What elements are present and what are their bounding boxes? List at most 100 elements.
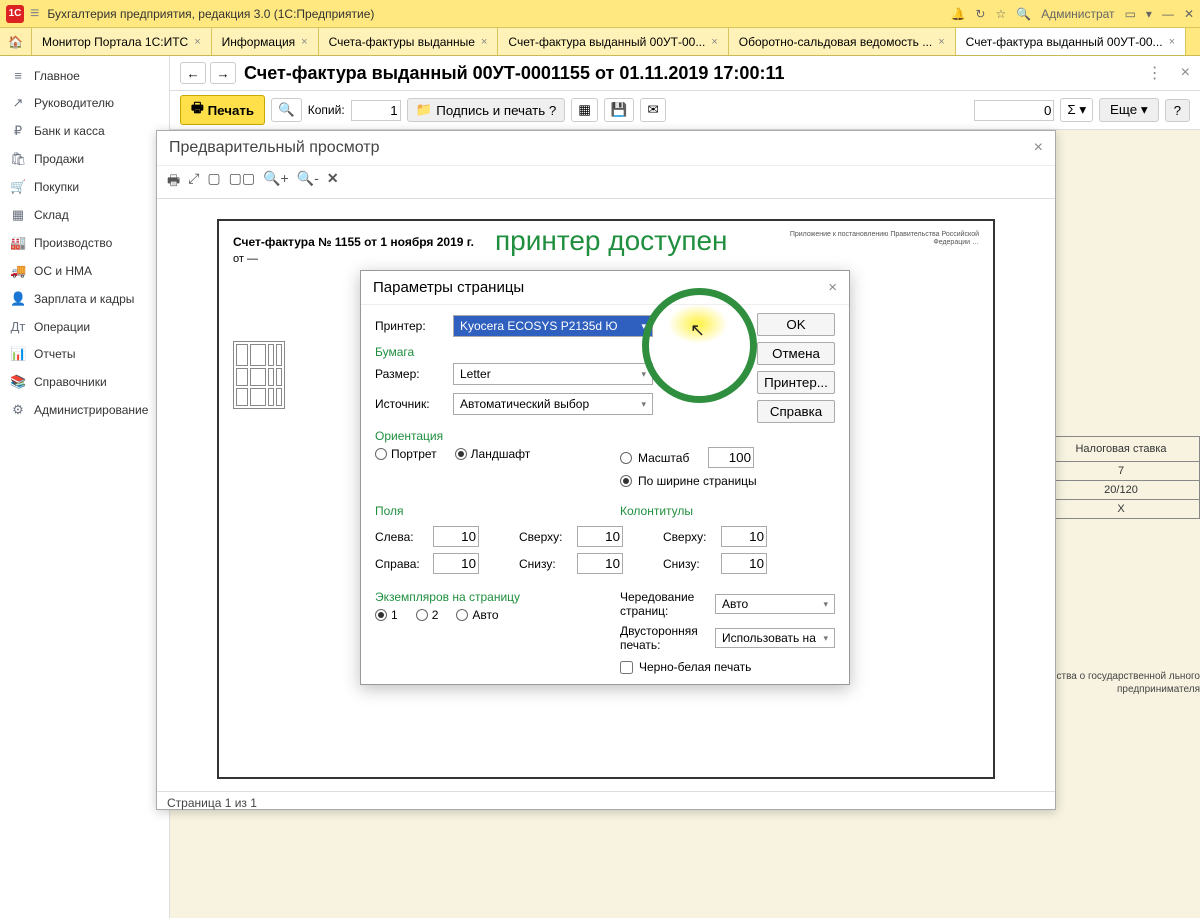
zoom-in-icon[interactable]: 🔍+ xyxy=(263,170,289,194)
fit-width-radio[interactable]: По ширине страницы xyxy=(620,474,835,488)
size-select[interactable]: Letter▾ xyxy=(453,363,653,385)
tab[interactable]: Счета-фактуры выданные× xyxy=(319,28,499,55)
duplex-select[interactable]: Использовать на▾ xyxy=(715,628,835,648)
sidebar-item-main[interactable]: ≡Главное xyxy=(0,62,169,89)
close-icon[interactable]: × xyxy=(711,36,717,48)
bag-icon: 🛍 xyxy=(10,151,26,167)
margin-top-input[interactable] xyxy=(577,526,623,547)
close-icon[interactable]: × xyxy=(1181,64,1190,82)
bw-checkbox[interactable]: Черно-белая печать xyxy=(620,660,835,674)
grid-button[interactable]: ▦ xyxy=(571,98,598,122)
more-icon[interactable]: ⋮ xyxy=(1147,63,1163,83)
tab[interactable]: Информация× xyxy=(212,28,319,55)
sidebar-item-stock[interactable]: ▦Склад xyxy=(0,201,169,229)
sidebar-item-reports[interactable]: 📊Отчеты xyxy=(0,340,169,368)
sidebar-item-label: Продажи xyxy=(34,152,84,166)
sigma-button[interactable]: Σ ▾ xyxy=(1060,98,1093,122)
tab[interactable]: Монитор Портала 1С:ИТС× xyxy=(32,28,212,55)
chevron-down-icon[interactable]: ▾ xyxy=(1146,7,1152,21)
landscape-radio[interactable]: Ландшафт xyxy=(455,447,531,461)
scale-input[interactable] xyxy=(708,447,754,468)
scale-radio[interactable]: Масштаб xyxy=(620,447,835,468)
bell-icon[interactable]: 🔔 xyxy=(950,7,965,21)
history-icon[interactable]: ↻ xyxy=(975,7,985,21)
close-icon[interactable]: × xyxy=(828,279,837,296)
duplex-label: Двусторонняя печать: xyxy=(620,624,705,652)
menu-icon[interactable]: ≡ xyxy=(30,6,39,22)
mail-button[interactable]: ✉ xyxy=(640,98,665,122)
header-bottom-input[interactable] xyxy=(721,553,767,574)
close-icon[interactable]: × xyxy=(481,36,487,48)
close-icon[interactable]: × xyxy=(1169,36,1175,48)
tab[interactable]: Оборотно-сальдовая ведомость ...× xyxy=(729,28,956,55)
sidebar-item-assets[interactable]: 🚚ОС и НМА xyxy=(0,257,169,285)
tab[interactable]: Счет-фактура выданный 00УТ-00... × xyxy=(498,28,728,55)
sidebar-item-hr[interactable]: 👤Зарплата и кадры xyxy=(0,285,169,313)
margin-right-input[interactable] xyxy=(433,553,479,574)
sign-button[interactable]: 📁 Подпись и печать ? xyxy=(407,98,566,122)
sidebar-item-manager[interactable]: ↗Руководителю xyxy=(0,89,169,117)
source-select[interactable]: Автоматический выбор▾ xyxy=(453,393,653,415)
two-page-icon[interactable]: ▢▢ xyxy=(229,170,255,194)
margin-left-input[interactable] xyxy=(433,526,479,547)
debit-icon: Дт xyxy=(10,319,26,334)
printer-settings-button[interactable]: Принтер... xyxy=(757,371,835,394)
portrait-radio[interactable]: Портрет xyxy=(375,447,437,461)
copies-per-page-section: Экземпляров на страницу xyxy=(375,590,590,604)
header-top-input[interactable] xyxy=(721,526,767,547)
copies-auto-radio[interactable]: Авто xyxy=(456,608,498,622)
printer-select[interactable]: Kyocera ECOSYS P2135d Ю▾ xyxy=(453,315,653,337)
more-button[interactable]: Еще ▾ xyxy=(1099,98,1159,122)
sidebar-item-production[interactable]: 🏭Производство xyxy=(0,229,169,257)
nav-back-button[interactable]: ← xyxy=(180,62,206,84)
copies-input[interactable] xyxy=(351,100,401,121)
sidebar-item-label: Производство xyxy=(34,236,112,250)
sidebar-item-operations[interactable]: ДтОперации xyxy=(0,313,169,340)
windows-icon[interactable]: ▭ xyxy=(1125,7,1136,21)
close-icon[interactable]: ✕ xyxy=(327,170,339,194)
page-icon[interactable]: ▢ xyxy=(207,170,220,194)
close-icon[interactable]: × xyxy=(194,36,200,48)
sidebar-item-admin[interactable]: ⚙Администрирование xyxy=(0,396,169,424)
nav-forward-button[interactable]: → xyxy=(210,62,236,84)
print-icon[interactable]: 🖶 xyxy=(167,170,180,194)
print-button[interactable]: 🖶 Печать xyxy=(180,95,265,125)
close-icon[interactable]: ✕ xyxy=(1184,7,1194,21)
minimize-icon[interactable]: — xyxy=(1162,7,1174,21)
star-icon[interactable]: ☆ xyxy=(995,7,1006,21)
close-icon[interactable]: × xyxy=(1034,139,1043,157)
toolbar: 🖶 Печать 🔍 Копий: 📁 Подпись и печать ? ▦… xyxy=(170,91,1200,130)
sidebar-item-refs[interactable]: 📚Справочники xyxy=(0,368,169,396)
home-tab[interactable]: 🏠 xyxy=(0,28,32,55)
menu-icon: ≡ xyxy=(10,68,26,83)
fit-icon[interactable]: ⤢ xyxy=(188,170,199,194)
chart-icon: ↗ xyxy=(10,95,26,111)
copies-1-radio[interactable]: 1 xyxy=(375,608,398,622)
zoom-out-icon[interactable]: 🔍- xyxy=(297,170,319,194)
help-button[interactable]: ? xyxy=(1165,99,1190,122)
bw-label: Черно-белая печать xyxy=(639,660,751,674)
ok-button[interactable]: OK xyxy=(757,313,835,336)
sidebar-item-bank[interactable]: ₽Банк и касса xyxy=(0,117,169,145)
tab-active[interactable]: Счет-фактура выданный 00УТ-00...× xyxy=(956,28,1186,55)
copies-2-radio[interactable]: 2 xyxy=(416,608,439,622)
sidebar-item-sales[interactable]: 🛍 Продажи xyxy=(0,145,169,173)
alternation-label: Чередование страниц: xyxy=(620,590,705,618)
preview-button[interactable]: 🔍 xyxy=(271,98,302,122)
annotation-circle xyxy=(642,288,757,403)
search-icon[interactable]: 🔍 xyxy=(1016,7,1031,21)
alternation-select[interactable]: Авто▾ xyxy=(715,594,835,614)
close-icon[interactable]: × xyxy=(301,36,307,48)
tab-label: Счет-фактура выданный 00УТ-00... xyxy=(508,35,705,49)
cancel-button[interactable]: Отмена xyxy=(757,342,835,365)
chevron-down-icon: ▾ xyxy=(641,399,646,410)
sum-input[interactable] xyxy=(974,100,1054,121)
save-button[interactable]: 💾 xyxy=(604,98,635,122)
close-icon[interactable]: × xyxy=(938,36,944,48)
copies-label: Копий: xyxy=(308,103,345,117)
user-label[interactable]: Администрат xyxy=(1041,7,1114,21)
sidebar-item-purchases[interactable]: 🛒Покупки xyxy=(0,173,169,201)
sidebar: ≡Главное ↗Руководителю ₽Банк и касса 🛍 Пр… xyxy=(0,56,170,918)
help-button[interactable]: Справка xyxy=(757,400,835,423)
margin-bottom-input[interactable] xyxy=(577,553,623,574)
